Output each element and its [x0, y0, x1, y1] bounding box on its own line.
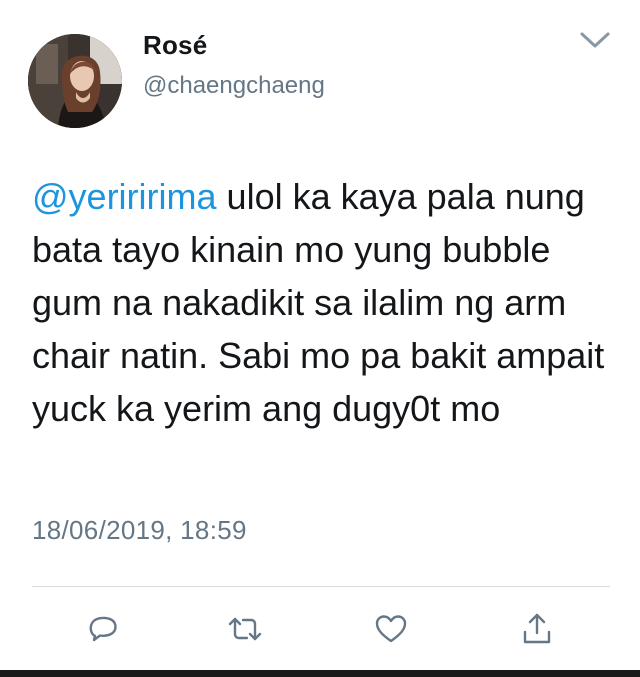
bottom-edge: [0, 670, 640, 677]
share-icon: [523, 613, 551, 644]
heart-icon: [375, 615, 407, 643]
retweet-icon: [228, 617, 262, 641]
like-button[interactable]: [366, 604, 416, 654]
share-button[interactable]: [512, 604, 562, 654]
avatar-image: [28, 34, 122, 128]
username-handle[interactable]: @chaengchaeng: [143, 72, 325, 100]
reply-icon: [89, 616, 117, 642]
timestamp[interactable]: 18/06/2019, 18:59: [32, 515, 247, 546]
tweet-text: @yeriririma ulol ka kaya pala nung bata …: [32, 170, 617, 435]
chevron-down-icon[interactable]: [578, 28, 612, 52]
display-name[interactable]: Rosé: [143, 30, 207, 61]
divider: [32, 586, 610, 587]
avatar[interactable]: [28, 34, 122, 128]
retweet-button[interactable]: [220, 604, 270, 654]
mention-link[interactable]: @yeriririma: [32, 176, 217, 217]
reply-button[interactable]: [78, 604, 128, 654]
tweet-card: Rosé @chaengchaeng @yeriririma ulol ka k…: [0, 0, 640, 677]
action-bar: [0, 604, 640, 654]
